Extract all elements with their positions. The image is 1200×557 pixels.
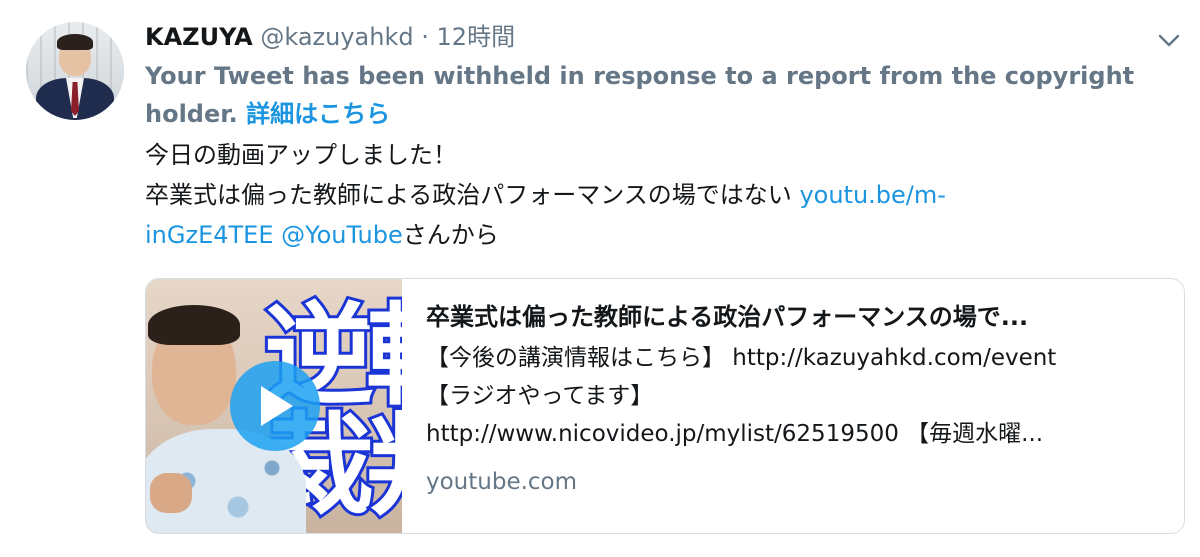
card-domain: youtube.com [426, 469, 578, 495]
thumbnail-caption-4: 判 [363, 408, 402, 524]
tweet[interactable]: KAZUYA @kazuyahkd · 12時間 Your Tweet has … [0, 0, 1200, 557]
tweet-text-line-1: 今日の動画アップしました！ [145, 141, 457, 169]
author-name[interactable]: KAZUYA [145, 23, 253, 51]
youtube-mention-link[interactable]: @YouTube [281, 221, 403, 249]
tweet-text-body: 卒業式は偏った教師による政治パフォーマンスの場ではない [145, 181, 792, 209]
withheld-notice: Your Tweet has been withheld in response… [145, 57, 1155, 133]
video-thumbnail[interactable]: 逆 転 裁 判 [146, 279, 402, 533]
card-title: 卒業式は偏った教師による政治パフォーマンスの場で... [426, 303, 1029, 331]
tweet-timestamp[interactable]: 12時間 [437, 23, 516, 51]
avatar-hair [57, 34, 93, 50]
video-url-link[interactable]: youtu.be/m- [799, 181, 945, 209]
chevron-down-icon[interactable] [1158, 34, 1180, 48]
header-separator: · [421, 23, 429, 51]
avatar[interactable] [26, 22, 124, 120]
tweet-content: KAZUYA @kazuyahkd · 12時間 Your Tweet has … [145, 18, 1155, 255]
card-description-line-2: 【ラジオやってます】 [426, 383, 654, 409]
tweet-text-line-2: 卒業式は偏った教師による政治パフォーマンスの場ではない youtu.be/m- [145, 175, 1155, 215]
play-icon [261, 386, 293, 426]
card-body: 卒業式は偏った教師による政治パフォーマンスの場で... 【今後の講演情報はこちら… [426, 297, 1166, 501]
tweet-text-suffix: さんから [402, 221, 499, 249]
thumbnail-person-fist [150, 473, 192, 513]
link-card[interactable]: 逆 転 裁 判 卒業式は偏った教師による政治パフォーマンスの場で... 【今後の… [145, 278, 1185, 534]
thumbnail-person-hair [148, 305, 240, 345]
video-url-link-continued[interactable]: inGzE4TEE [145, 221, 274, 249]
play-button[interactable] [230, 361, 320, 451]
tweet-header: KAZUYA @kazuyahkd · 12時間 [145, 18, 1155, 56]
tweet-text-line-3: inGzE4TEE @YouTubeさんから [145, 215, 1155, 255]
card-description-line-3: http://www.nicovideo.jp/mylist/62519500 … [426, 421, 1044, 447]
tweet-text: 今日の動画アップしました！ 卒業式は偏った教師による政治パフォーマンスの場ではな… [145, 135, 1155, 255]
withheld-details-link[interactable]: 詳細はこちら [246, 100, 390, 128]
card-description: 【今後の講演情報はこちら】 http://kazuyahkd.com/event… [426, 339, 1166, 453]
author-handle[interactable]: @kazuyahkd [260, 23, 413, 51]
thumbnail-caption-2: 転 [363, 298, 402, 414]
card-description-line-1: 【今後の講演情報はこちら】 http://kazuyahkd.com/event [426, 345, 1057, 371]
